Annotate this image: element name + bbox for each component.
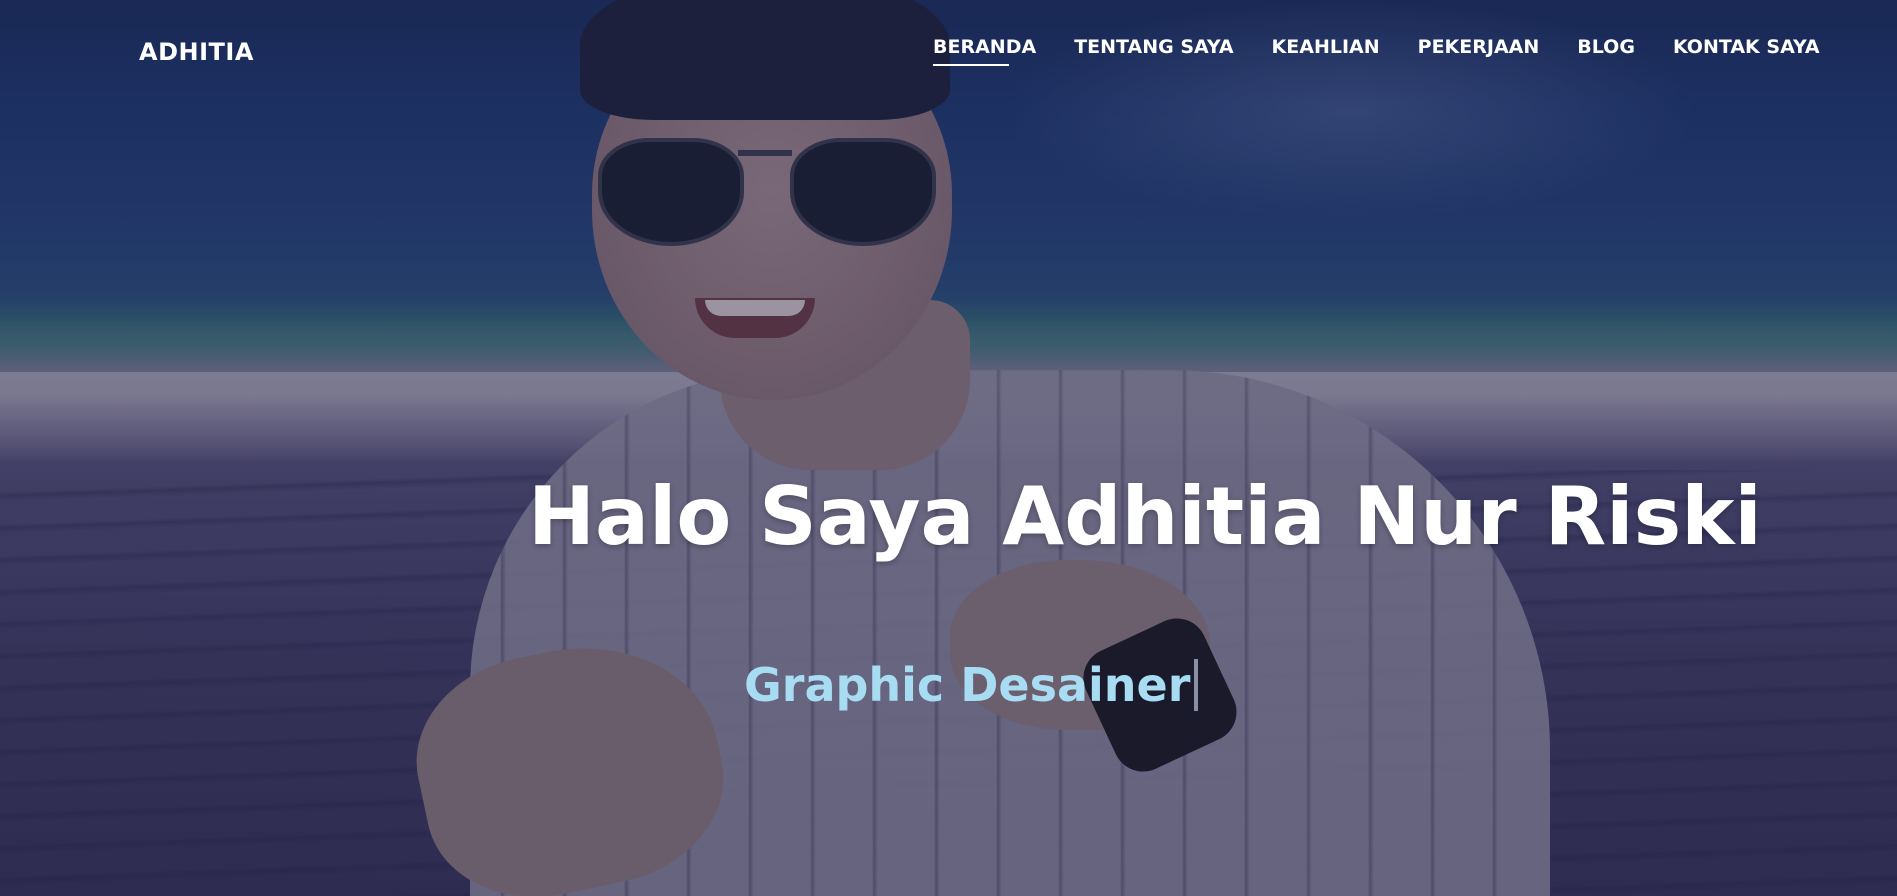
brand-logo[interactable]: ADHITIA (139, 38, 254, 66)
nav-item-kontak-saya[interactable]: KONTAK SAYA (1673, 36, 1820, 66)
nav-item-tentang-saya[interactable]: TENTANG SAYA (1074, 36, 1233, 66)
typing-cursor (1194, 659, 1199, 711)
nav-item-pekerjaan[interactable]: PEKERJAAN (1418, 36, 1540, 66)
dark-overlay (0, 0, 1897, 896)
hero-title: Halo Saya Adhitia Nur Riski (528, 470, 1762, 563)
hero-section: ADHITIA BERANDA TENTANG SAYA KEAHLIAN PE… (0, 0, 1897, 896)
nav-item-blog[interactable]: BLOG (1577, 36, 1635, 66)
nav-menu: BERANDA TENTANG SAYA KEAHLIAN PEKERJAAN … (933, 36, 1820, 66)
nav-item-keahlian[interactable]: KEAHLIAN (1272, 36, 1380, 66)
typed-subtitle: Graphic Desainer (744, 658, 1199, 712)
navbar: ADHITIA BERANDA TENTANG SAYA KEAHLIAN PE… (0, 0, 1897, 100)
nav-item-beranda[interactable]: BERANDA (933, 36, 1036, 66)
typed-text: Graphic Desainer (744, 658, 1191, 712)
